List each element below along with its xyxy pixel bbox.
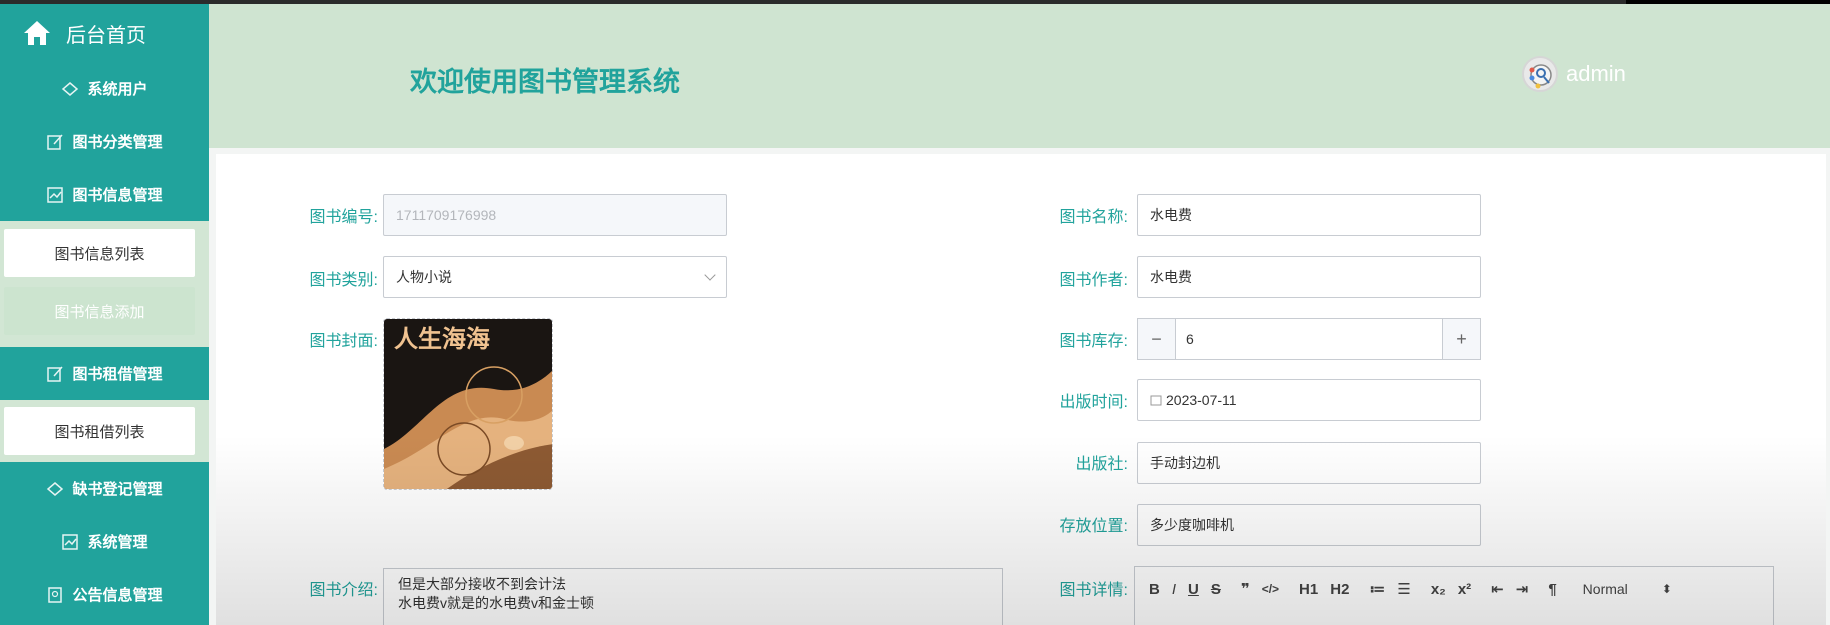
blockquote-button[interactable]: ❞ xyxy=(1241,580,1250,598)
sidebar-item-category[interactable]: 图书分类管理 xyxy=(0,115,209,168)
chart-icon xyxy=(62,533,79,550)
edit-icon xyxy=(47,366,64,382)
subscript-button[interactable]: x₂ xyxy=(1431,581,1446,598)
intro-textarea[interactable]: 但是大部分接收不到会计法 水电费v就是的水电费v和金士顿 xyxy=(383,568,1003,625)
increment-button[interactable]: + xyxy=(1442,319,1480,359)
heading1-button[interactable]: H1 xyxy=(1299,581,1318,598)
doc-icon xyxy=(48,586,63,603)
sidebar-item-missing-books[interactable]: 缺书登记管理 xyxy=(0,462,209,515)
avatar-icon xyxy=(1529,64,1552,89)
chevron-down-icon xyxy=(704,269,716,281)
detail-label: 图书详情: xyxy=(1059,582,1128,599)
intro-label: 图书介绍: xyxy=(309,582,378,599)
sidebar-item-label: 缺书登记管理 xyxy=(72,481,163,498)
cover-upload[interactable]: 人生海海 xyxy=(383,318,553,490)
superscript-button[interactable]: x² xyxy=(1458,581,1471,598)
location-field[interactable]: 多少度咖啡机 xyxy=(1137,504,1481,546)
indent-button[interactable]: ⇥ xyxy=(1516,580,1529,598)
rental-submenu: 图书租借列表 xyxy=(0,400,209,462)
italic-button[interactable]: I xyxy=(1172,581,1176,598)
home-icon xyxy=(24,21,50,45)
cover-title: 人生海海 xyxy=(394,324,490,353)
publisher-field[interactable]: 手动封边机 xyxy=(1137,442,1481,484)
page-title: 欢迎使用图书管理系统 xyxy=(410,67,680,97)
editor-toolbar: B I U S ❞ </> H1 H2 ≔ ☰ x₂ x² ⇤ ⇥ ¶ Norm… xyxy=(1135,567,1773,611)
updown-icon: ⬍ xyxy=(1661,582,1672,596)
rich-text-editor[interactable]: B I U S ❞ </> H1 H2 ≔ ☰ x₂ x² ⇤ ⇥ ¶ Norm… xyxy=(1134,566,1774,625)
publish-date-label: 出版时间: xyxy=(1059,394,1128,411)
sidebar-item-label: 系统用户 xyxy=(87,81,148,98)
gem-icon xyxy=(62,81,79,96)
sidebar-item-label: 图书信息管理 xyxy=(72,187,163,204)
strike-button[interactable]: S xyxy=(1211,581,1221,598)
book-no-label: 图书编号: xyxy=(309,209,378,226)
ordered-list-button[interactable]: ≔ xyxy=(1369,580,1385,598)
intro-line-1: 但是大部分接收不到会计法 xyxy=(398,576,566,592)
stock-stepper[interactable]: − 6 + xyxy=(1137,318,1481,360)
submenu-book-list[interactable]: 图书信息列表 xyxy=(4,229,195,277)
sidebar-item-rental[interactable]: 图书租借管理 xyxy=(0,347,209,400)
stock-label: 图书库存: xyxy=(1059,333,1128,350)
avatar xyxy=(1522,56,1558,92)
bold-button[interactable]: B xyxy=(1149,581,1160,598)
sidebar-item-system[interactable]: 系统管理 xyxy=(0,515,209,568)
sidebar-item-label: 公告信息管理 xyxy=(72,587,163,604)
intro-line-2: 水电费v就是的水电费v和金士顿 xyxy=(398,595,594,611)
header: 欢迎使用图书管理系统 admin xyxy=(209,4,1830,148)
user-menu[interactable]: admin xyxy=(1522,56,1626,92)
category-label: 图书类别: xyxy=(309,272,378,289)
sidebar-item-label: 图书分类管理 xyxy=(72,134,163,151)
calendar-icon xyxy=(1150,395,1162,406)
sidebar-item-label: 系统管理 xyxy=(87,534,148,551)
edit-icon xyxy=(47,134,64,150)
sidebar-item-notice[interactable]: 公告信息管理 xyxy=(0,568,209,621)
format-select[interactable]: Normal ⬍ xyxy=(1583,581,1672,597)
publish-date-picker[interactable]: 2023-07-11 xyxy=(1137,379,1481,421)
chart-icon xyxy=(47,186,64,203)
outdent-button[interactable]: ⇤ xyxy=(1491,580,1504,598)
gem-icon xyxy=(47,481,64,496)
sidebar-item-system-users[interactable]: 系统用户 xyxy=(0,62,209,115)
submenu-rental-list[interactable]: 图书租借列表 xyxy=(4,407,195,455)
publisher-label: 出版社: xyxy=(1075,456,1128,473)
form-card: 图书编号: 1711709176998 图书名称: 水电费 图书类别: 人物小说… xyxy=(216,154,1826,625)
decrement-button[interactable]: − xyxy=(1138,319,1176,359)
book-cover-image: 人生海海 xyxy=(384,319,552,489)
publish-date-value: 2023-07-11 xyxy=(1166,392,1237,408)
author-label: 图书作者: xyxy=(1059,272,1128,289)
category-value: 人物小说 xyxy=(396,269,452,285)
sidebar-item-book-info[interactable]: 图书信息管理 xyxy=(0,168,209,221)
format-select-value: Normal xyxy=(1582,581,1628,597)
sidebar-home[interactable]: 后台首页 xyxy=(0,4,209,62)
book-name-field[interactable]: 水电费 xyxy=(1137,194,1481,236)
code-block-button[interactable]: </> xyxy=(1262,582,1279,596)
bullet-list-button[interactable]: ☰ xyxy=(1397,580,1410,598)
sidebar-home-label: 后台首页 xyxy=(66,24,146,47)
stock-value[interactable]: 6 xyxy=(1176,319,1442,359)
sidebar-item-label: 图书租借管理 xyxy=(72,366,163,383)
location-label: 存放位置: xyxy=(1059,518,1128,535)
text-direction-button[interactable]: ¶ xyxy=(1548,581,1556,598)
sidebar: 后台首页 系统用户 图书分类管理 图书信息管理 图书信息列表 图书信息添加 图书… xyxy=(0,4,209,625)
author-field[interactable]: 水电费 xyxy=(1137,256,1481,298)
underline-button[interactable]: U xyxy=(1188,581,1199,598)
book-no-field: 1711709176998 xyxy=(383,194,727,236)
cover-label: 图书封面: xyxy=(309,333,378,350)
username: admin xyxy=(1566,61,1626,86)
book-name-label: 图书名称: xyxy=(1059,209,1128,226)
book-info-submenu: 图书信息列表 图书信息添加 xyxy=(0,221,209,347)
category-select[interactable]: 人物小说 xyxy=(383,256,727,298)
submenu-book-add[interactable]: 图书信息添加 xyxy=(4,287,195,335)
heading2-button[interactable]: H2 xyxy=(1330,581,1349,598)
